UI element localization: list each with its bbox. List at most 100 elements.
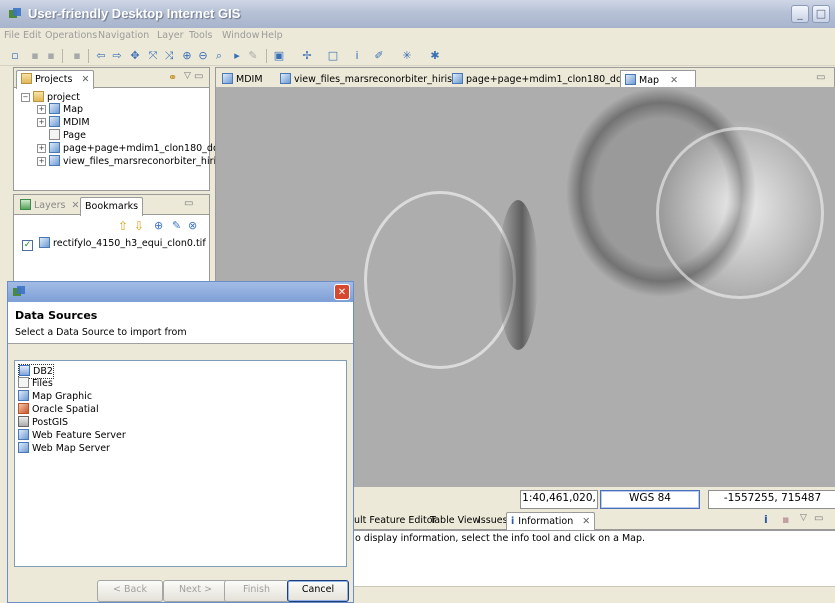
list-item-oracle-spatial[interactable]: Oracle Spatial bbox=[18, 403, 99, 416]
tree-item-page[interactable]: Page bbox=[49, 129, 86, 142]
data-sources-dialog: ✕ Data Sources Select a Data Source to i… bbox=[7, 281, 354, 603]
coordinates-field: -1557255, 715487 bbox=[708, 490, 835, 509]
list-item-postgis[interactable]: PostGIS bbox=[18, 416, 68, 429]
cancel-button[interactable]: Cancel bbox=[287, 580, 349, 602]
next-button[interactable]: Next > bbox=[163, 580, 228, 602]
scale-field[interactable]: 1:40,461,020, bbox=[520, 490, 598, 509]
zoom-extent-icon[interactable]: ⤧ bbox=[146, 49, 160, 63]
tab-layers[interactable]: Layers ✕ bbox=[16, 197, 83, 215]
tree-item-hirise[interactable]: + view_files_marsreconorbiter_hirise bbox=[37, 155, 227, 168]
menu-edit[interactable]: Edit bbox=[23, 30, 41, 41]
layer-visibility-checkbox[interactable]: ✓ bbox=[22, 240, 33, 251]
style-icon[interactable]: ✎ bbox=[172, 219, 181, 232]
bottom-status bbox=[354, 586, 835, 603]
remove-layer-icon[interactable]: ⊗ bbox=[188, 219, 197, 232]
menu-navigation[interactable]: Navigation bbox=[98, 30, 149, 41]
oracle-icon bbox=[18, 403, 29, 414]
crater-shadow bbox=[498, 200, 538, 350]
menu-help[interactable]: Help bbox=[261, 30, 283, 41]
select-icon[interactable]: ▣ bbox=[272, 49, 286, 63]
map-icon bbox=[49, 142, 60, 153]
add-layer-icon[interactable]: ⊕ bbox=[154, 219, 163, 232]
info-icon[interactable]: i bbox=[350, 49, 364, 63]
edit-feature-icon[interactable]: ✱ bbox=[428, 49, 442, 63]
zoom-out-icon[interactable]: ⊖ bbox=[196, 49, 210, 63]
edit-icon[interactable]: ✎ bbox=[246, 49, 260, 63]
forward-arrow-icon[interactable]: ⇨ bbox=[110, 49, 124, 63]
info-icon[interactable]: i bbox=[764, 513, 768, 526]
print-icon[interactable]: ▪ bbox=[70, 49, 84, 63]
dialog-subheading: Select a Data Source to import from bbox=[15, 327, 187, 338]
pan-icon[interactable]: ✥ bbox=[128, 49, 142, 63]
move-up-icon[interactable]: ⇧ bbox=[118, 219, 128, 233]
minimize-view-icon[interactable]: ▭ bbox=[184, 198, 193, 209]
tab-bookmarks[interactable]: Bookmarks bbox=[80, 197, 144, 216]
menu-file[interactable]: File bbox=[4, 30, 20, 41]
minimize-button[interactable]: _ bbox=[791, 5, 809, 23]
forward-icon[interactable]: ▸ bbox=[230, 49, 244, 63]
crs-button[interactable]: WGS 84 bbox=[600, 490, 700, 509]
finish-button[interactable]: Finish bbox=[224, 580, 289, 602]
maximize-button[interactable]: □ bbox=[812, 5, 830, 23]
map-icon bbox=[280, 73, 291, 84]
draw-icon[interactable]: ✐ bbox=[372, 49, 386, 63]
raster-icon bbox=[39, 237, 51, 248]
app-icon bbox=[12, 285, 26, 302]
save-icon[interactable]: ▪ bbox=[28, 49, 42, 63]
layers-panel: Layers ✕ Bookmarks ▭ ⇧ ⇩ ⊕ ✎ ⊗ ✓ rectify… bbox=[13, 194, 210, 284]
projects-panel: Projects ✕ ⚭ ▽ ▭ − project + Map + MDIM Pag… bbox=[13, 67, 232, 191]
map-icon bbox=[452, 73, 463, 84]
tab-projects[interactable]: Projects ✕ bbox=[16, 70, 95, 89]
menu-bar: File Edit Operations Navigation Layer To… bbox=[0, 28, 835, 45]
close-icon[interactable]: ✕ bbox=[71, 200, 79, 211]
link-icon[interactable]: ⚭ bbox=[168, 71, 177, 84]
dialog-header: Data Sources Select a Data Source to imp… bbox=[8, 302, 353, 344]
back-arrow-icon[interactable]: ⇦ bbox=[94, 49, 108, 63]
zoom-fit-icon[interactable]: ⤨ bbox=[162, 49, 176, 63]
clear-icon[interactable]: ▪ bbox=[782, 513, 789, 526]
wms-icon bbox=[18, 442, 29, 453]
minimize-view-icon[interactable]: ▭ bbox=[814, 513, 823, 524]
zoom-in-icon[interactable]: ⊕ bbox=[180, 49, 194, 63]
tree-item-page-tif[interactable]: + page+page+mdim1_clon180_dd.tif bbox=[37, 142, 232, 155]
close-icon[interactable]: ✕ bbox=[81, 74, 89, 85]
minimize-view-icon[interactable]: ▭ bbox=[194, 71, 203, 82]
title-bar: User-friendly Desktop Internet GIS _ □ bbox=[0, 0, 835, 28]
dialog-title-bar: ✕ bbox=[8, 282, 353, 302]
create-feature-icon[interactable]: ✳ bbox=[400, 49, 414, 63]
view-menu-icon[interactable]: ▽ bbox=[184, 71, 191, 81]
tree-item-map[interactable]: + Map bbox=[37, 103, 83, 116]
back-button[interactable]: < Back bbox=[97, 580, 163, 602]
map-icon bbox=[625, 74, 636, 85]
bottom-tabbar: ult Feature Editor Table View Issues i In… bbox=[354, 510, 835, 531]
crater-rim bbox=[364, 191, 516, 369]
menu-operations[interactable]: Operations bbox=[45, 30, 97, 41]
layer-row[interactable]: ✓ rectifylo_4150_h3_equi_clon0.tif bbox=[22, 237, 206, 251]
menu-tools[interactable]: Tools bbox=[189, 30, 212, 41]
save-all-icon[interactable]: ▪ bbox=[44, 49, 58, 63]
list-item-files[interactable]: Files bbox=[18, 377, 53, 390]
close-icon[interactable]: ✕ bbox=[670, 75, 678, 86]
file-icon bbox=[18, 377, 29, 388]
move-icon[interactable]: ✢ bbox=[300, 49, 314, 63]
selection-box-icon[interactable]: □ bbox=[326, 49, 340, 63]
app-window: User-friendly Desktop Internet GIS _ □ F… bbox=[0, 0, 835, 603]
map-icon bbox=[49, 103, 60, 114]
tab-information[interactable]: i Information ✕ bbox=[506, 512, 596, 531]
close-icon[interactable]: ✕ bbox=[334, 284, 350, 300]
close-icon[interactable]: ✕ bbox=[582, 516, 590, 527]
new-icon[interactable]: ▫ bbox=[8, 49, 22, 63]
list-item-wfs[interactable]: Web Feature Server bbox=[18, 429, 126, 442]
tree-item-mdim[interactable]: + MDIM bbox=[37, 116, 90, 129]
minimize-view-icon[interactable]: ▭ bbox=[816, 72, 825, 83]
zoom-box-icon[interactable]: ⌕ bbox=[212, 49, 226, 63]
list-item-wms[interactable]: Web Map Server bbox=[18, 442, 110, 455]
menu-layer[interactable]: Layer bbox=[157, 30, 184, 41]
move-down-icon[interactable]: ⇩ bbox=[134, 219, 144, 233]
window-title: User-friendly Desktop Internet GIS bbox=[28, 6, 241, 21]
view-menu-icon[interactable]: ▽ bbox=[800, 513, 807, 523]
projects-icon bbox=[21, 73, 32, 84]
list-item-map-graphic[interactable]: Map Graphic bbox=[18, 390, 92, 403]
menu-window[interactable]: Window bbox=[222, 30, 259, 41]
map-icon bbox=[49, 116, 60, 127]
